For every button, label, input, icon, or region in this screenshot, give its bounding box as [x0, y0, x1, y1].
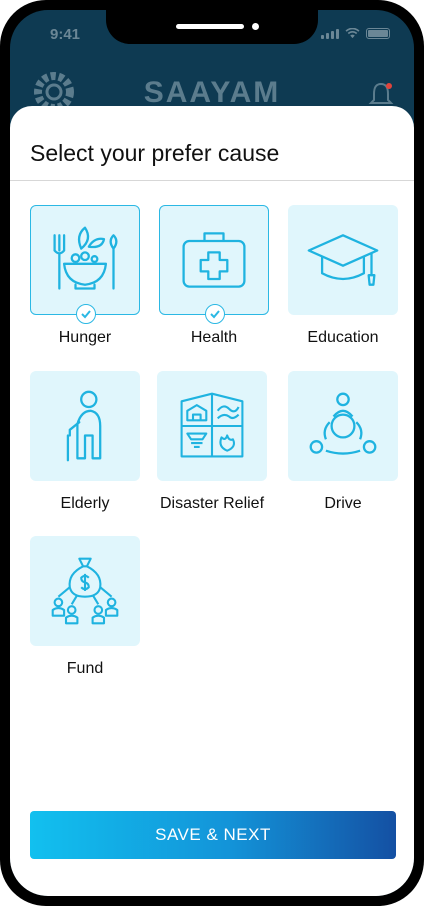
first-aid-kit-icon — [182, 232, 246, 288]
cause-tile-education[interactable] — [288, 205, 398, 315]
status-time: 9:41 — [50, 26, 81, 43]
app-screen: 9:41 SAAYAM Select your prefer cause Hun… — [10, 10, 414, 896]
selected-check-icon — [76, 304, 96, 324]
cause-label-health: Health — [190, 329, 238, 346]
signal-icon — [321, 29, 339, 39]
cause-elderly[interactable]: Elderly — [30, 371, 140, 513]
save-and-next-button[interactable]: SAVE & NEXT — [30, 811, 396, 859]
selected-check-icon — [205, 304, 225, 324]
elderly-person-icon — [66, 390, 102, 462]
cause-disaster-relief[interactable]: Disaster Relief — [157, 371, 267, 513]
divider — [10, 180, 414, 181]
sheet-title: Select your prefer cause — [30, 140, 280, 166]
community-drive-icon — [309, 392, 377, 455]
graduation-cap-icon — [307, 234, 379, 286]
cause-hunger[interactable]: Hunger — [30, 205, 140, 347]
cause-label-drive: Drive — [324, 495, 362, 512]
cause-label-disaster-relief: Disaster Relief — [159, 495, 265, 512]
cause-tile-drive[interactable] — [288, 371, 398, 481]
app-title: SAAYAM — [143, 76, 281, 109]
wifi-icon — [345, 28, 360, 39]
cause-tile-hunger[interactable] — [30, 205, 140, 324]
cause-tile-health[interactable] — [159, 205, 269, 324]
disaster-icon — [180, 392, 244, 458]
cause-label-education: Education — [307, 329, 379, 346]
cause-tile-elderly[interactable] — [30, 371, 140, 481]
cause-tile-fund[interactable] — [30, 536, 140, 646]
cause-tile-disaster-relief[interactable] — [157, 371, 267, 481]
phone-frame: 9:41 SAAYAM Select your prefer cause Hun… — [0, 0, 424, 906]
cause-health[interactable]: Health — [159, 205, 269, 347]
cause-drive[interactable]: Drive — [288, 371, 398, 513]
status-icons — [321, 28, 390, 39]
camera-dot — [252, 23, 259, 30]
money-bag-icon — [51, 557, 119, 625]
cause-selection-sheet: Select your prefer cause Hunger Health E… — [10, 106, 414, 896]
cause-education[interactable]: Education — [288, 205, 398, 347]
cause-label-hunger: Hunger — [58, 329, 112, 346]
speaker-grille — [176, 24, 244, 29]
cause-fund[interactable]: Fund — [30, 536, 140, 678]
device-notch — [106, 10, 318, 44]
cause-label-fund: Fund — [66, 660, 104, 677]
battery-icon — [366, 28, 390, 39]
food-bowl-icon — [53, 226, 118, 290]
